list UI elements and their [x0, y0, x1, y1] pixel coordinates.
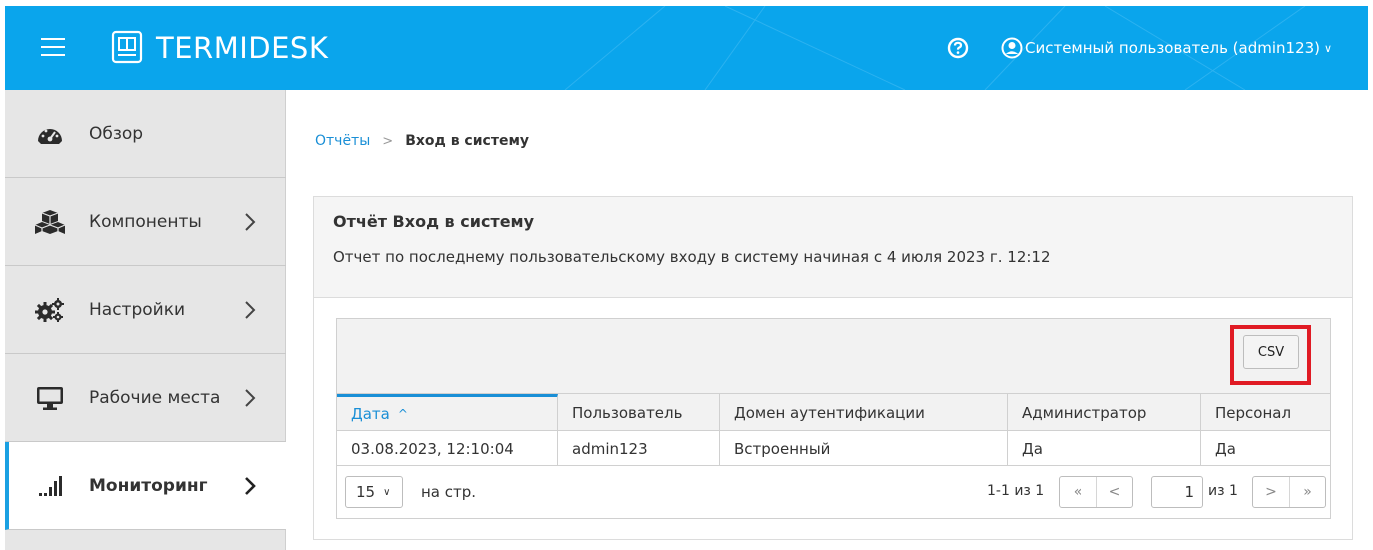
next-page-button[interactable]: > [1253, 477, 1289, 507]
chevron-right-icon [245, 300, 256, 319]
prev-page-button[interactable]: < [1096, 477, 1132, 507]
report-card: Отчёт Вход в систему Отчет по последнему… [313, 196, 1353, 540]
cubes-icon [34, 208, 66, 236]
sidebar-item-label: Настройки [89, 299, 186, 320]
column-header-admin[interactable]: Администратор [1008, 394, 1201, 431]
page-range-label: 1-1 из 1 [987, 483, 1045, 499]
report-card-header: Отчёт Вход в систему Отчет по последнему… [314, 197, 1352, 298]
per-page-label: на стр. [421, 483, 477, 501]
user-circle-icon [1001, 37, 1023, 59]
top-header: TERMIDESK Системный пользователь (admin1… [5, 6, 1368, 90]
pager-next-last-group: > » [1252, 476, 1326, 508]
page-number-input[interactable] [1151, 476, 1203, 508]
first-page-button[interactable]: « [1060, 477, 1096, 507]
cell-user: admin123 [558, 431, 720, 466]
breadcrumb-current: Вход в систему [405, 133, 530, 149]
column-header-auth-domain[interactable]: Домен аутентификации [720, 394, 1008, 431]
pagination-bar: 15 ∨ на стр. 1-1 из 1 « < из 1 > » [337, 466, 1330, 518]
page-size-value: 15 [356, 483, 376, 501]
chevron-down-icon: ∨ [1324, 41, 1333, 55]
sidebar-item-label: Компоненты [89, 211, 202, 232]
last-page-button[interactable]: » [1289, 477, 1325, 507]
sidebar-item-monitoring[interactable]: Мониторинг [5, 442, 286, 530]
pager-first-prev-group: « < [1059, 476, 1133, 508]
sidebar-item-workplaces[interactable]: Рабочие места [5, 354, 286, 442]
sidebar: Обзор Компоненты Настройки Рабочие места… [5, 90, 286, 550]
hamburger-icon [41, 38, 65, 40]
breadcrumb-separator: > [382, 133, 394, 149]
chevron-right-icon [245, 476, 256, 495]
breadcrumb-link-reports[interactable]: Отчёты [315, 133, 370, 149]
page-of-label: из 1 [1208, 483, 1238, 499]
sidebar-item-overview[interactable]: Обзор [5, 90, 286, 178]
table-toolbar: CSV [337, 319, 1330, 393]
sidebar-item-settings[interactable]: Настройки [5, 266, 286, 354]
column-header-user[interactable]: Пользователь [558, 394, 720, 431]
chevron-right-icon [245, 212, 256, 231]
column-header-date[interactable]: Дата ^ [337, 394, 558, 431]
logo[interactable]: TERMIDESK [108, 29, 328, 67]
sidebar-item-components[interactable]: Компоненты [5, 178, 286, 266]
sidebar-item-label: Обзор [89, 123, 144, 144]
dashboard-icon [34, 120, 66, 148]
report-description: Отчет по последнему пользовательскому вх… [333, 248, 1051, 266]
column-header-staff[interactable]: Персонал [1201, 394, 1330, 431]
csv-export-button[interactable]: CSV [1243, 335, 1299, 369]
question-circle-icon[interactable] [947, 37, 969, 59]
menu-toggle-button[interactable] [41, 38, 65, 56]
sidebar-item-label: Рабочие места [89, 387, 221, 408]
logo-text: TERMIDESK [156, 31, 329, 65]
signal-bars-icon [34, 472, 66, 500]
report-table: CSV Дата ^ Пользователь Домен аутентифик… [336, 318, 1331, 519]
sidebar-item-label: Мониторинг [89, 475, 208, 496]
page-size-select[interactable]: 15 ∨ [345, 476, 403, 508]
chevron-right-icon [245, 388, 256, 407]
user-menu[interactable]: Системный пользователь (admin123) ∨ [1001, 37, 1332, 59]
breadcrumb: Отчёты > Вход в систему [315, 133, 529, 149]
user-name: Системный пользователь (admin123) [1025, 39, 1321, 57]
gears-icon [34, 296, 66, 324]
report-title: Отчёт Вход в систему [333, 212, 535, 231]
chevron-down-icon: ∨ [383, 486, 391, 498]
table-header: Дата ^ Пользователь Домен аутентификации… [337, 393, 1330, 431]
sidebar-item-partial [5, 530, 286, 550]
cell-auth-domain: Встроенный [720, 431, 1008, 466]
monitor-logo-icon [111, 30, 143, 64]
cell-date: 03.08.2023, 12:10:04 [337, 431, 558, 466]
cell-admin: Да [1008, 431, 1201, 466]
cell-staff: Да [1215, 439, 1236, 458]
desktop-icon [34, 384, 66, 412]
sort-ascending-icon: ^ [397, 407, 408, 421]
table-row[interactable]: 03.08.2023, 12:10:04 admin123 Встроенный… [337, 430, 1330, 466]
